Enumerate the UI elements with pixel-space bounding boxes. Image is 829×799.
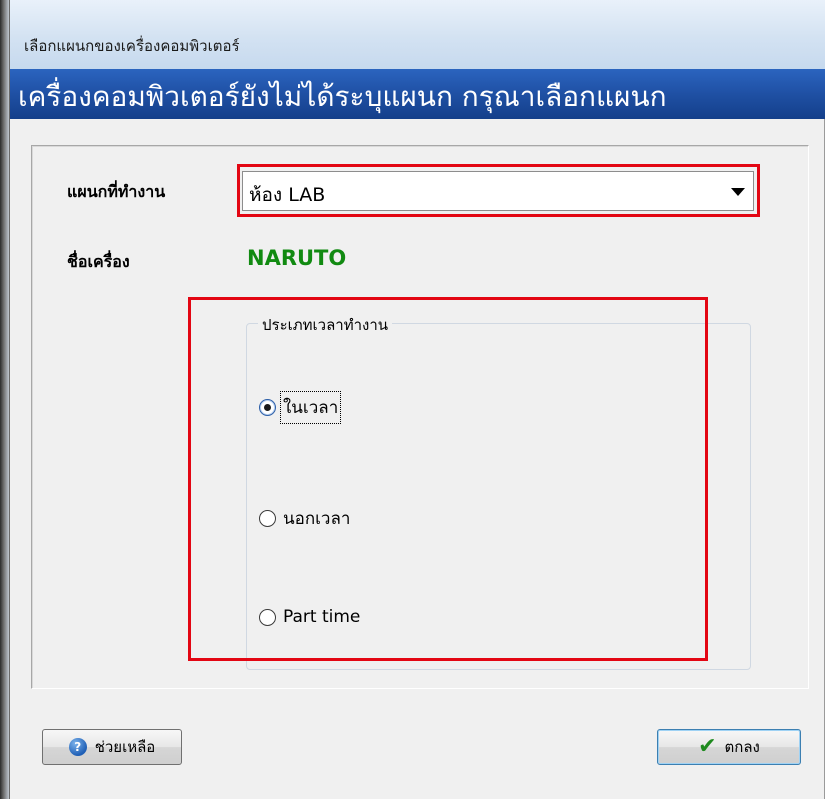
help-icon: ?: [68, 738, 87, 756]
computer-name-label: ชื่อเครื่อง: [67, 252, 130, 271]
ok-button[interactable]: ✔ ตกลง: [657, 729, 801, 765]
help-button-label: ช่วยเหลือ: [94, 738, 156, 756]
highlight-box-department: [237, 164, 760, 217]
header-banner: เครื่องคอมพิวเตอร์ยังไม่ได้ระบุแผนก กรุณ…: [10, 69, 825, 119]
help-button[interactable]: ? ช่วยเหลือ: [42, 729, 182, 765]
title-bar: เลือกแผนกของเครื่องคอมพิวเตอร์: [10, 0, 825, 70]
ok-button-label: ตกลง: [724, 738, 760, 756]
checkmark-icon: ✔: [698, 734, 717, 759]
background-strip: [0, 0, 9, 799]
department-label: แผนกที่ทำงาน: [67, 182, 166, 201]
window-title: เลือกแผนกของเครื่องคอมพิวเตอร์: [24, 37, 240, 55]
highlight-box-work-time: [188, 297, 708, 661]
computer-name-value: NARUTO: [247, 246, 347, 270]
header-message: เครื่องคอมพิวเตอร์ยังไม่ได้ระบุแผนก กรุณ…: [18, 80, 667, 113]
